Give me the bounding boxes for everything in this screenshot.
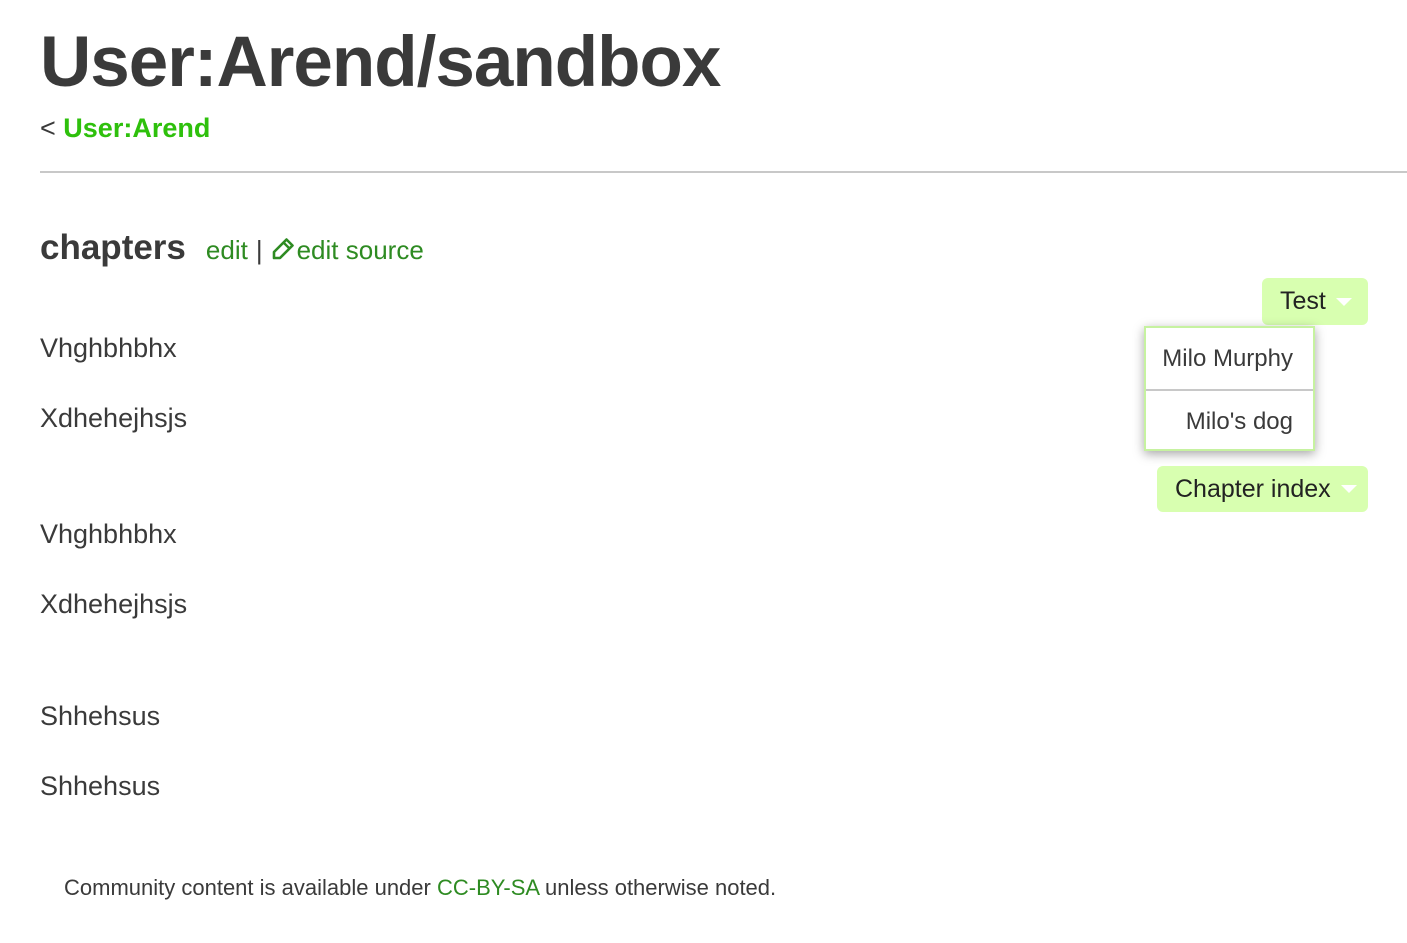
- chapter-index-label: Chapter index: [1175, 474, 1331, 503]
- menu-item-milos-dog[interactable]: Milo's dog: [1146, 391, 1313, 452]
- paragraph: Vhghbhbhx: [40, 519, 177, 549]
- test-dropdown-label: Test: [1280, 287, 1326, 315]
- test-dropdown-menu: Milo Murphy Milo's dog: [1144, 326, 1315, 451]
- footer-license-notice: Community content is available under CC-…: [64, 872, 776, 904]
- pencil-icon: [271, 237, 295, 268]
- menu-item-milo-murphy[interactable]: Milo Murphy: [1146, 328, 1313, 389]
- caret-down-icon: [1335, 297, 1352, 306]
- edit-source-label: edit source: [296, 235, 424, 265]
- edit-separator: |: [255, 235, 263, 265]
- edit-link[interactable]: edit: [206, 235, 248, 266]
- breadcrumb-parent-link[interactable]: User:Arend: [63, 113, 210, 143]
- license-link[interactable]: CC-BY-SA: [437, 875, 539, 900]
- paragraph: Shhehsus: [40, 701, 161, 731]
- footer-suffix: unless otherwise noted.: [545, 875, 777, 900]
- caret-down-icon: [1340, 485, 1357, 493]
- paragraph: Shhehsus: [40, 771, 161, 801]
- page: User:Arend/sandbox < User:Arend chapters…: [0, 0, 1407, 943]
- chapter-index-dropdown-button[interactable]: Chapter index: [1157, 466, 1368, 512]
- breadcrumb: < User:Arend: [40, 110, 210, 146]
- section-title: chapters: [40, 228, 186, 267]
- footer-prefix: Community content is available under: [64, 875, 431, 900]
- paragraph: Xdhehejhsjs: [40, 403, 188, 433]
- header-divider: [40, 171, 1407, 173]
- test-dropdown-button[interactable]: Test: [1262, 278, 1368, 325]
- paragraph: Vhghbhbhx: [40, 333, 177, 363]
- edit-source-link[interactable]: edit source: [271, 235, 424, 268]
- breadcrumb-prefix: <: [40, 113, 56, 143]
- paragraph: Xdhehejhsjs: [40, 589, 188, 619]
- section-heading: chapters edit | edit source: [40, 228, 424, 268]
- page-title: User:Arend/sandbox: [40, 23, 721, 102]
